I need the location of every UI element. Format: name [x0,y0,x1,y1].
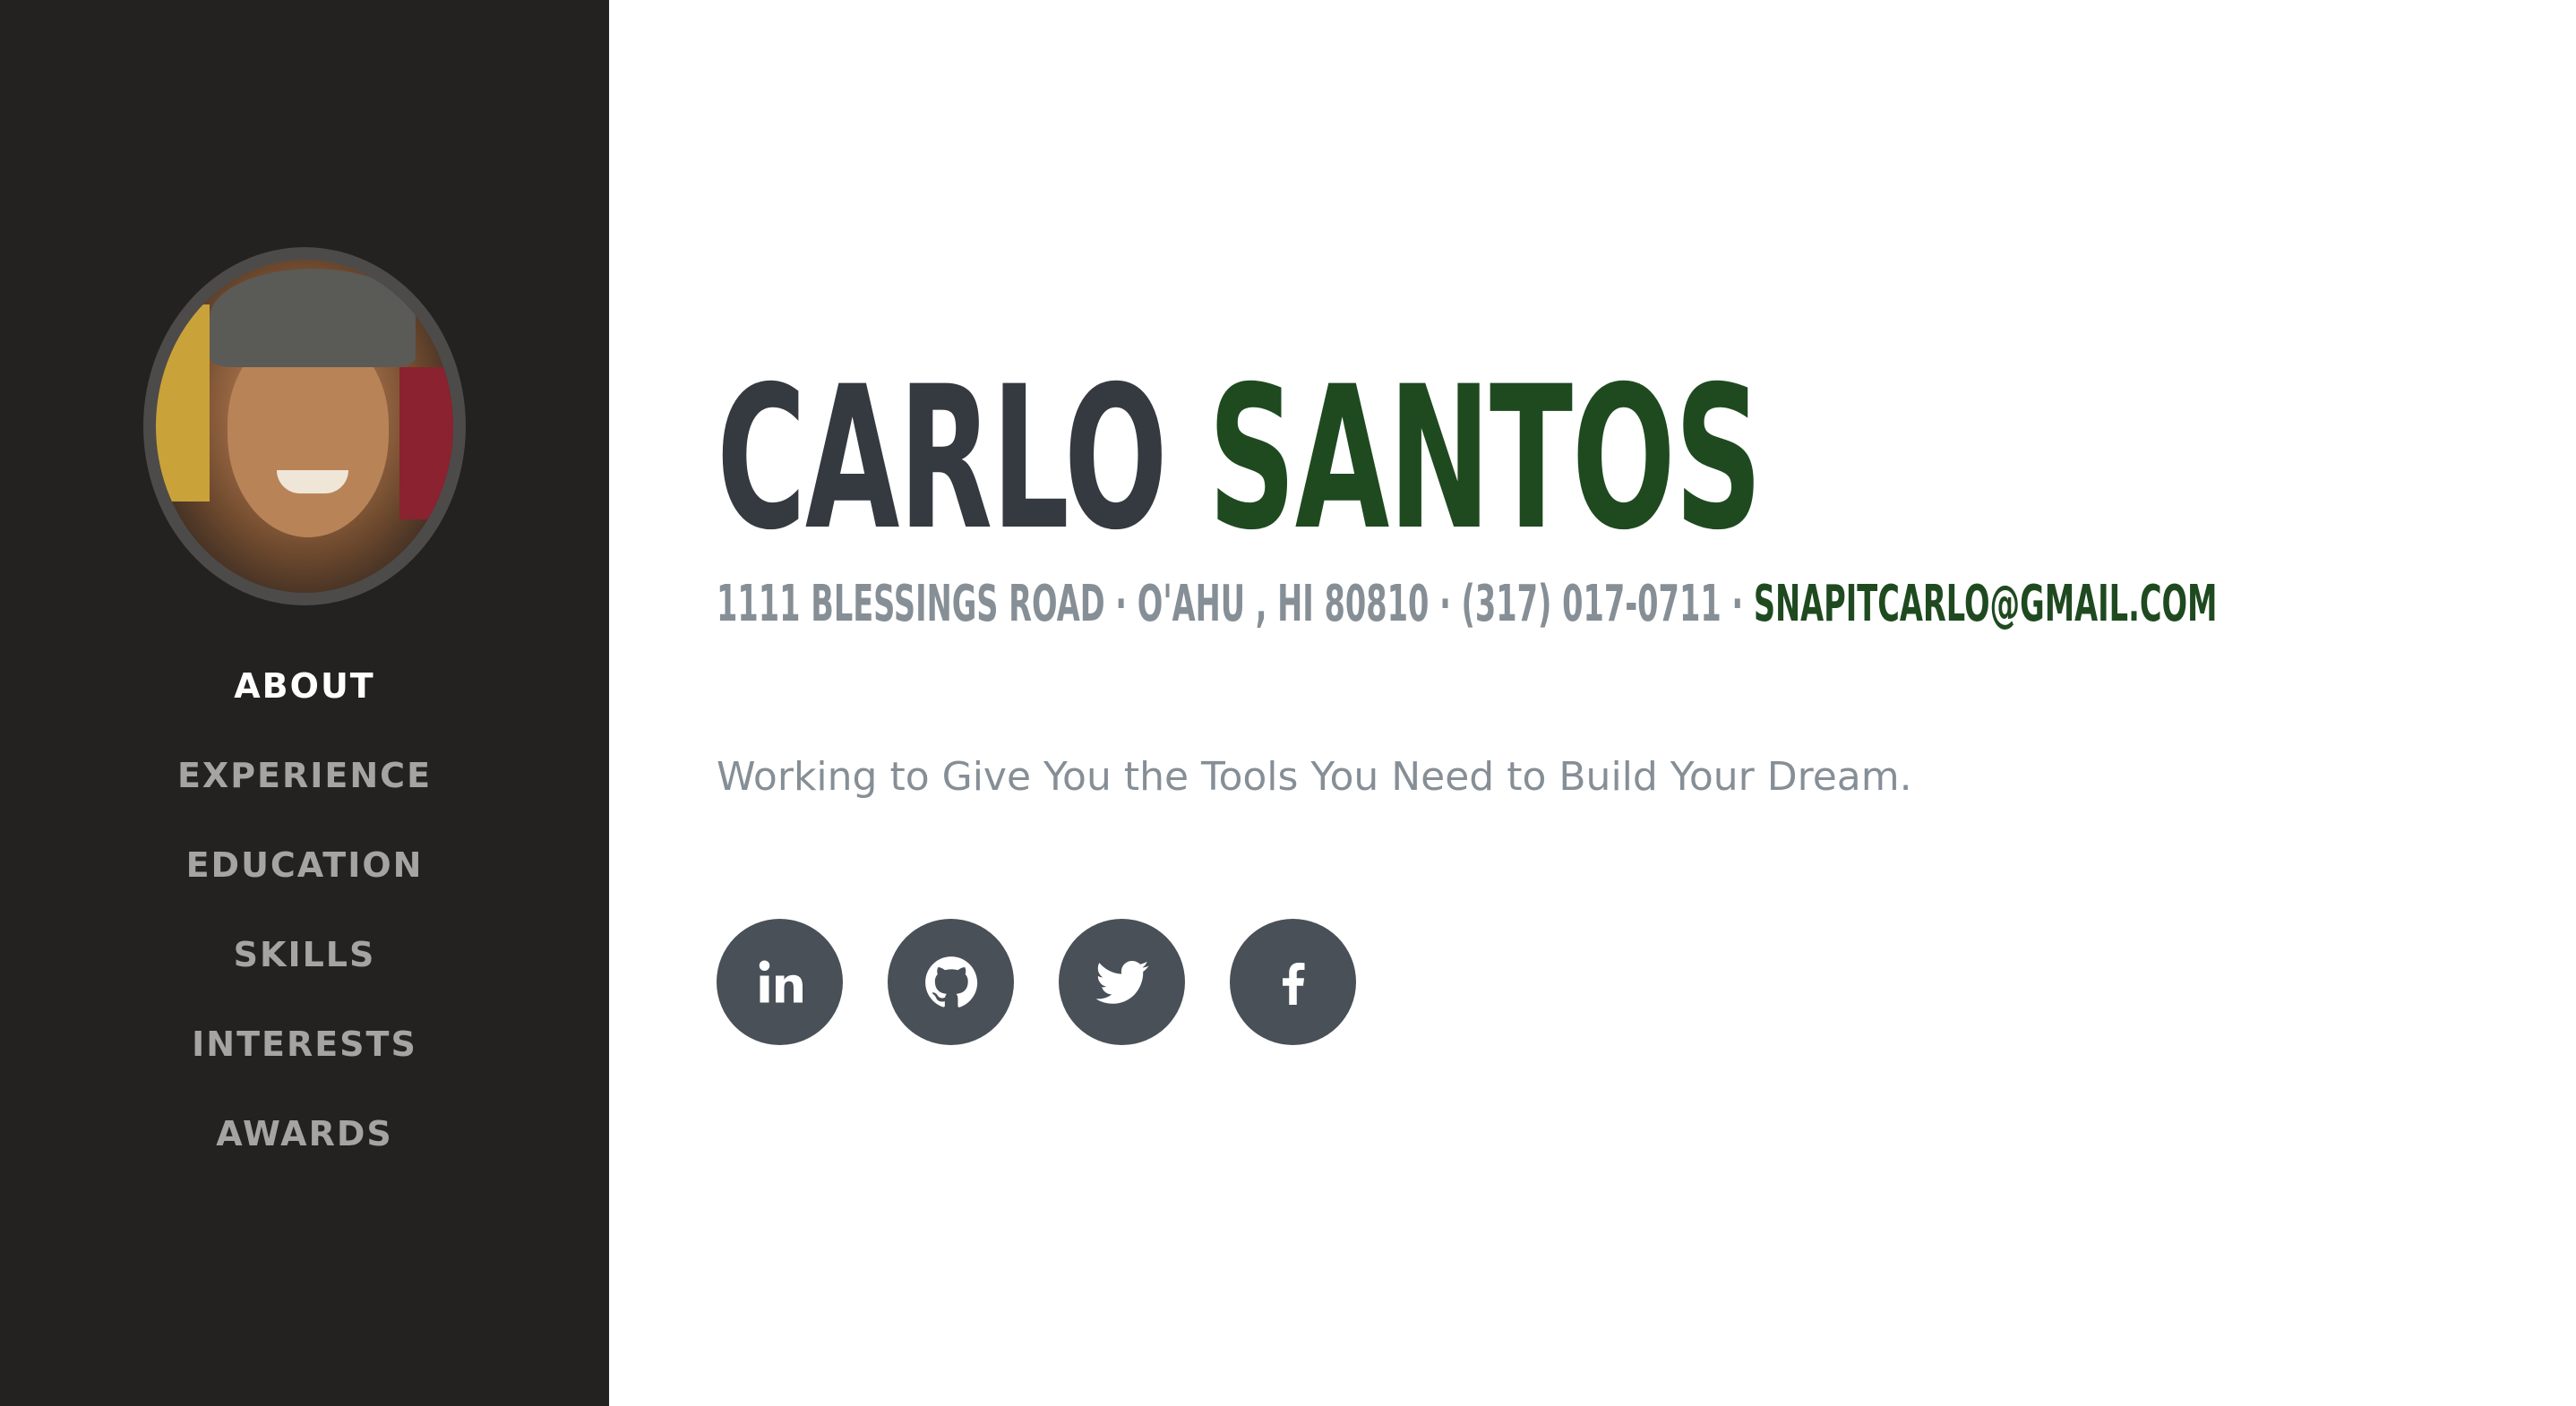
nav-item-awards[interactable]: AWARDS [0,1110,609,1200]
contact-address: 1111 BLESSINGS ROAD · O'AHU , HI 80810 ·… [717,575,1754,633]
contact-line: 1111 BLESSINGS ROAD · O'AHU , HI 80810 ·… [717,573,2218,636]
last-name: SANTOS [1207,344,1763,573]
nav-item-education[interactable]: EDUCATION [0,842,609,931]
github-button[interactable] [888,919,1014,1045]
tagline: Working to Give You the Tools You Need t… [717,754,1912,800]
nav-item-experience[interactable]: EXPERIENCE [0,752,609,842]
twitter-button[interactable] [1059,919,1185,1045]
sidebar: ABOUT EXPERIENCE EDUCATION SKILLS INTERE… [0,0,609,1406]
facebook-icon [1282,962,1304,1005]
sidebar-nav: ABOUT EXPERIENCE EDUCATION SKILLS INTERE… [0,663,609,1200]
linkedin-button[interactable] [717,919,843,1045]
nav-item-interests[interactable]: INTERESTS [0,1021,609,1110]
first-name: CARLO [717,344,1168,573]
page-title: CARLO SANTOS [717,360,1763,557]
social-icons [717,919,1356,1045]
linkedin-icon [759,960,803,1002]
email-link[interactable]: SNAPITCARLO@GMAIL.COM [1754,575,2218,633]
nav-item-skills[interactable]: SKILLS [0,931,609,1021]
github-icon [924,956,977,1007]
facebook-button[interactable] [1230,919,1356,1045]
profile-photo [143,247,466,605]
twitter-icon [1095,960,1148,1004]
nav-item-about[interactable]: ABOUT [0,663,609,752]
